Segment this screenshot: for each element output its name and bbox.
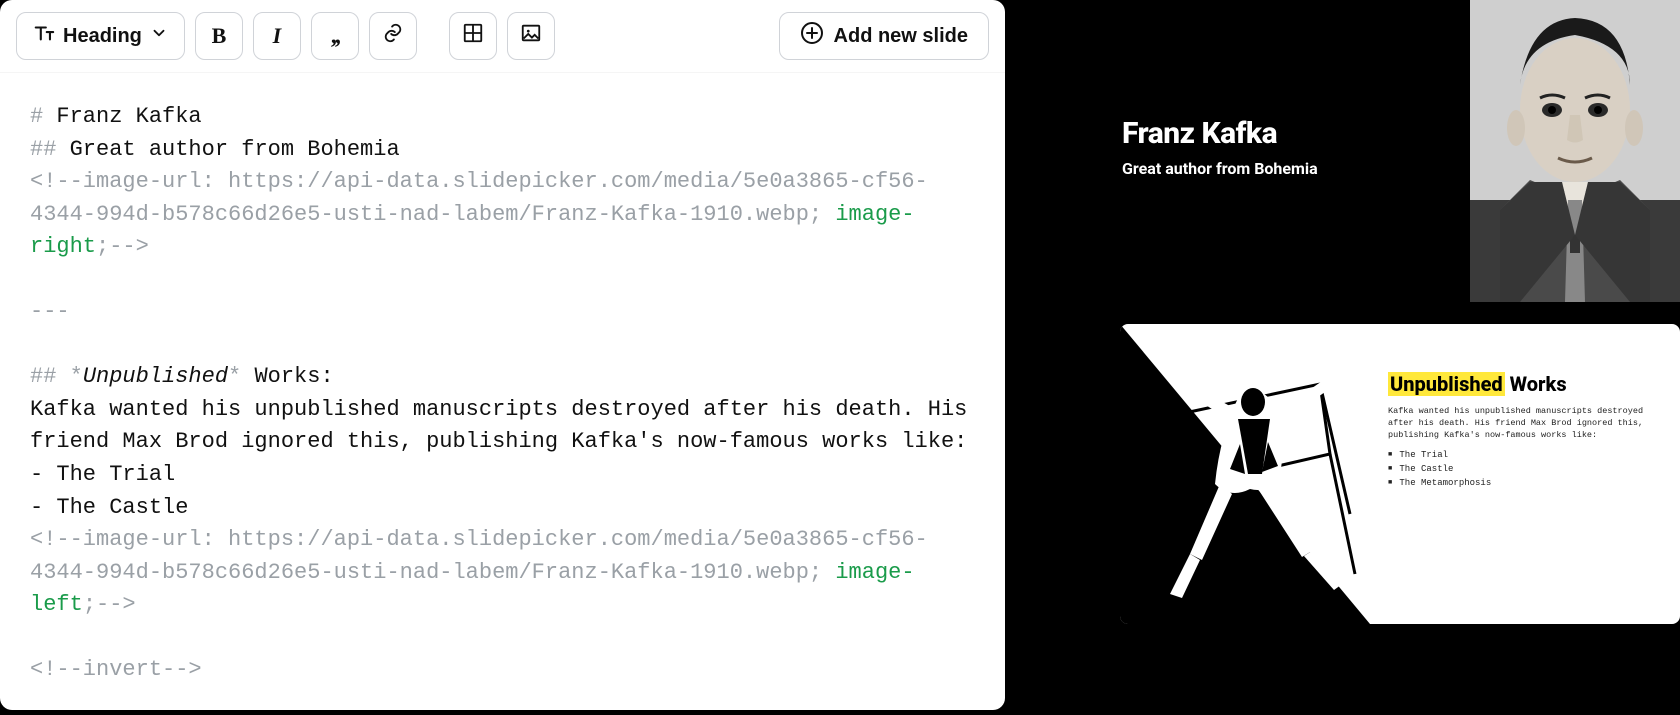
star-token: *	[228, 364, 241, 389]
table-icon	[462, 22, 484, 50]
link-button[interactable]	[369, 12, 417, 60]
quote-icon: ,,	[331, 23, 339, 50]
add-slide-button[interactable]: Add new slide	[779, 12, 989, 60]
hash-token: ##	[30, 364, 70, 389]
comment-token: <!--image-url: https://api-data.slidepic…	[30, 527, 928, 585]
toolbar: Heading B I ,,	[0, 0, 1005, 73]
hash-token: ##	[30, 137, 70, 162]
editor-panel: Heading B I ,,	[0, 0, 1005, 710]
text-size-icon	[33, 22, 55, 50]
slide2-description: Kafka wanted his unpublished manuscripts…	[1388, 406, 1658, 442]
comment-token: ;-->	[83, 592, 136, 617]
slide2-list: The Trial The Castle The Metamorphosis	[1388, 450, 1658, 488]
italic-text: Unpublished	[83, 364, 228, 389]
heading-dropdown[interactable]: Heading	[16, 12, 185, 60]
slide2-artwork	[1120, 324, 1370, 624]
table-button[interactable]	[449, 12, 497, 60]
title-rest: Works	[1505, 372, 1567, 396]
hash-token: #	[30, 104, 56, 129]
slide1-title: Franz Kafka	[1122, 116, 1470, 151]
star-token: *	[70, 364, 83, 389]
image-button[interactable]	[507, 12, 555, 60]
slide-preview-1[interactable]: Franz Kafka Great author from Bohemia	[1060, 0, 1680, 302]
image-icon	[520, 22, 542, 50]
slide2-content: Unpublished Works Kafka wanted his unpub…	[1370, 324, 1680, 624]
portrait-image	[1470, 0, 1680, 302]
list-item: The Metamorphosis	[1388, 478, 1658, 488]
italic-button[interactable]: I	[253, 12, 301, 60]
comment-token: <!--image-url: https://api-data.slidepic…	[30, 169, 928, 227]
heading-text: Works:	[241, 364, 333, 389]
heading2-text: Great author from Bohemia	[70, 137, 400, 162]
slide2-title: Unpublished Works	[1388, 372, 1658, 396]
separator-token: ---	[30, 299, 70, 324]
italic-icon: I	[273, 23, 282, 49]
heading-label: Heading	[63, 25, 142, 48]
comment-token: <!--invert-->	[30, 657, 202, 682]
add-slide-label: Add new slide	[834, 25, 968, 48]
preview-panel: Franz Kafka Great author from Bohemia	[1005, 0, 1680, 710]
list-item-text: - The Castle	[30, 495, 188, 520]
slide1-text: Franz Kafka Great author from Bohemia	[1060, 0, 1470, 302]
list-item: The Trial	[1388, 450, 1658, 460]
chevron-down-icon	[150, 24, 168, 48]
heading1-text: Franz Kafka	[56, 104, 201, 129]
list-item: The Castle	[1388, 464, 1658, 474]
body-text: Kafka wanted his unpublished manuscripts…	[30, 397, 981, 455]
comment-token: ;-->	[96, 234, 149, 259]
bold-icon: B	[212, 23, 227, 49]
list-item-text: - The Trial	[30, 462, 175, 487]
link-icon	[382, 22, 404, 50]
quote-button[interactable]: ,,	[311, 12, 359, 60]
bold-button[interactable]: B	[195, 12, 243, 60]
markdown-editor[interactable]: # Franz Kafka ## Great author from Bohem…	[0, 73, 1005, 715]
highlighted-word: Unpublished	[1388, 372, 1505, 396]
slide-preview-2[interactable]: Unpublished Works Kafka wanted his unpub…	[1120, 324, 1680, 624]
slide1-subtitle: Great author from Bohemia	[1122, 159, 1470, 178]
plus-circle-icon	[800, 21, 824, 51]
